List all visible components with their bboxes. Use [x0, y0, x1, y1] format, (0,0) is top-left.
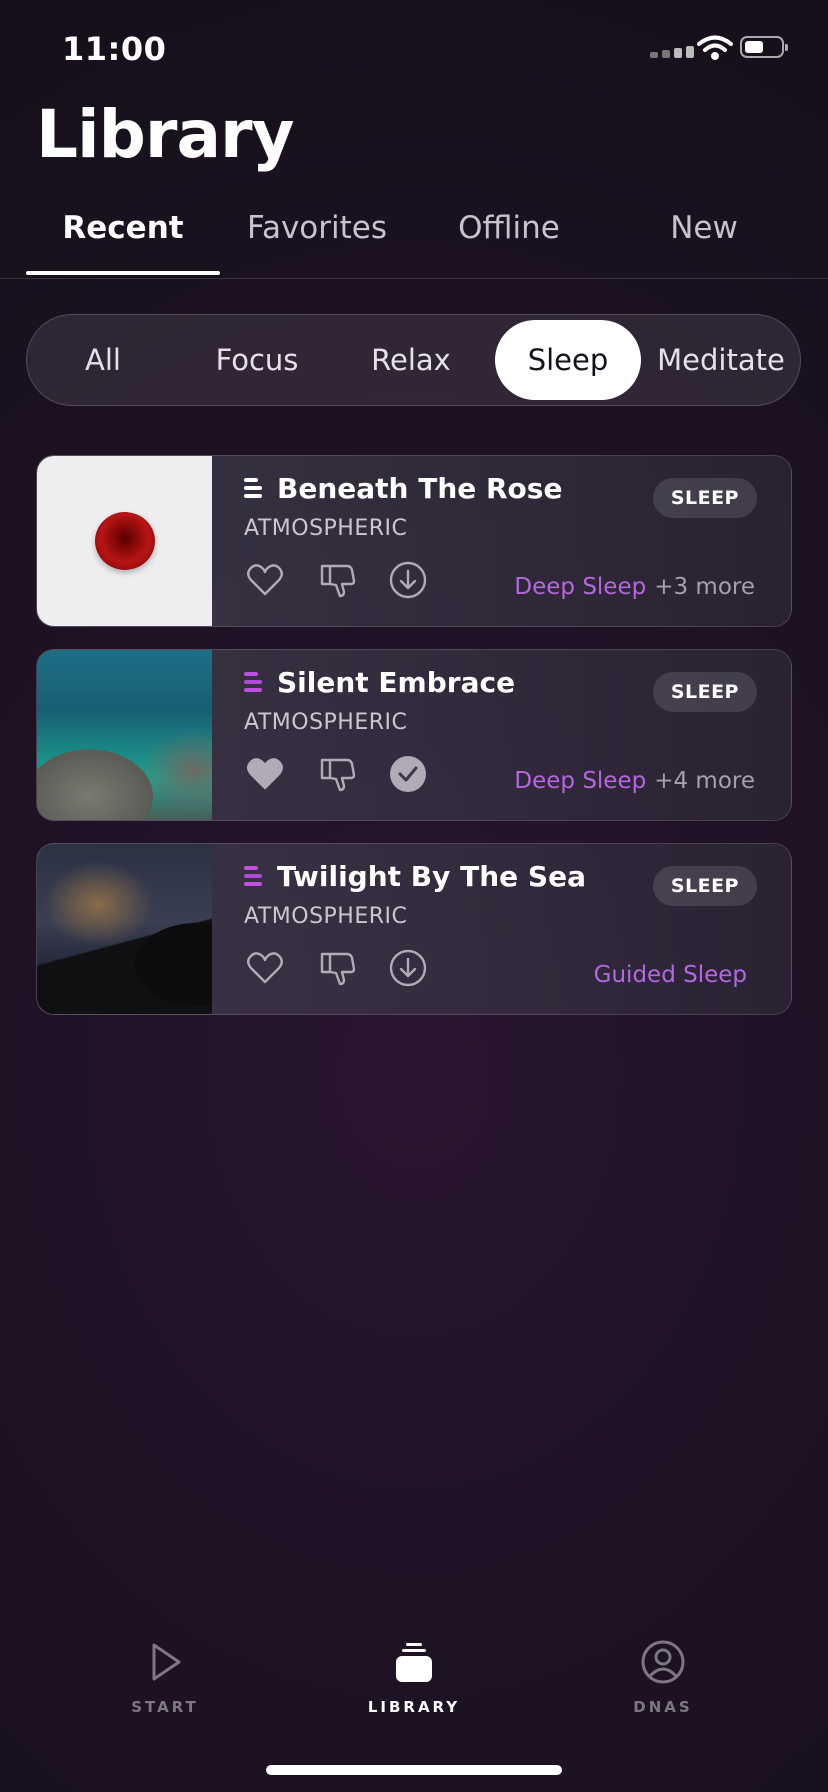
- library-icon: [396, 1643, 432, 1682]
- filter-all[interactable]: All: [27, 320, 179, 400]
- filter-meditate[interactable]: Meditate: [641, 320, 801, 400]
- track-title: Beneath The Rose: [277, 472, 563, 505]
- track-card[interactable]: Beneath The Rose ATMOSPHERIC SLEEP Deep …: [36, 455, 792, 627]
- tab-favorites[interactable]: Favorites: [220, 210, 414, 246]
- track-genre: ATMOSPHERIC: [244, 516, 408, 541]
- heart-icon[interactable]: [245, 948, 285, 988]
- nav-library-label: LIBRARY: [367, 1698, 461, 1716]
- category-filter: All Focus Relax Sleep Meditate: [26, 314, 801, 406]
- nav-dnas[interactable]: DNAS: [593, 1640, 733, 1716]
- category-badge: SLEEP: [652, 478, 757, 518]
- tag-label[interactable]: Deep Sleep: [514, 574, 646, 600]
- nav-start-label: START: [131, 1698, 199, 1716]
- tab-new[interactable]: New: [607, 210, 801, 246]
- filter-focus[interactable]: Focus: [181, 320, 333, 400]
- home-indicator: [266, 1765, 562, 1775]
- nav-library[interactable]: LIBRARY: [344, 1640, 484, 1716]
- track-genre: ATMOSPHERIC: [244, 904, 408, 929]
- thumbs-down-icon[interactable]: [317, 948, 357, 988]
- track-tags: Guided Sleep: [594, 962, 747, 988]
- track-card[interactable]: Twilight By The Sea ATMOSPHERIC SLEEP Gu…: [36, 843, 792, 1015]
- cellular-signal-icon: [650, 46, 694, 58]
- track-card[interactable]: Silent Embrace ATMOSPHERIC SLEEP Deep Sl…: [36, 649, 792, 821]
- track-menu-icon: [244, 478, 262, 500]
- bottom-nav: START LIBRARY DNAS: [0, 1640, 828, 1740]
- rose-image: [37, 456, 212, 626]
- downloaded-check-icon[interactable]: [388, 754, 428, 794]
- tab-recent[interactable]: Recent: [26, 210, 220, 246]
- heart-icon[interactable]: [245, 560, 285, 600]
- tab-offline[interactable]: Offline: [412, 210, 606, 246]
- battery-icon: [740, 36, 788, 58]
- status-bar: 11:00: [0, 0, 828, 100]
- library-tabs: Recent Favorites Offline New: [0, 200, 828, 279]
- nav-dnas-label: DNAS: [633, 1698, 693, 1716]
- track-title: Twilight By The Sea: [277, 860, 586, 893]
- tag-label[interactable]: Deep Sleep: [514, 768, 646, 794]
- track-menu-icon: [244, 672, 262, 694]
- category-badge: SLEEP: [652, 866, 757, 906]
- track-title: Silent Embrace: [277, 666, 516, 699]
- heart-filled-icon[interactable]: [245, 754, 285, 794]
- page-title: Library: [36, 96, 295, 173]
- thumbs-down-icon[interactable]: [317, 754, 357, 794]
- more-tags-label[interactable]: +4 more: [654, 768, 755, 794]
- filter-relax[interactable]: Relax: [335, 320, 487, 400]
- track-genre: ATMOSPHERIC: [244, 710, 408, 735]
- thumbs-down-icon[interactable]: [317, 560, 357, 600]
- download-icon[interactable]: [388, 948, 428, 988]
- download-icon[interactable]: [388, 560, 428, 600]
- play-icon: [152, 1643, 181, 1681]
- track-menu-icon: [244, 866, 262, 888]
- sea-image: [37, 650, 212, 820]
- active-tab-indicator: [26, 271, 220, 275]
- filter-sleep[interactable]: Sleep: [495, 320, 641, 400]
- status-time: 11:00: [62, 30, 167, 68]
- night-sky-image: [37, 844, 212, 1014]
- tag-label[interactable]: Guided Sleep: [594, 962, 747, 988]
- category-badge: SLEEP: [652, 672, 757, 712]
- track-tags: Deep Sleep +3 more: [514, 574, 755, 600]
- track-tags: Deep Sleep +4 more: [514, 768, 755, 794]
- profile-icon: [641, 1640, 685, 1684]
- more-tags-label[interactable]: +3 more: [654, 574, 755, 600]
- wifi-icon: [697, 35, 733, 60]
- nav-start[interactable]: START: [95, 1640, 235, 1716]
